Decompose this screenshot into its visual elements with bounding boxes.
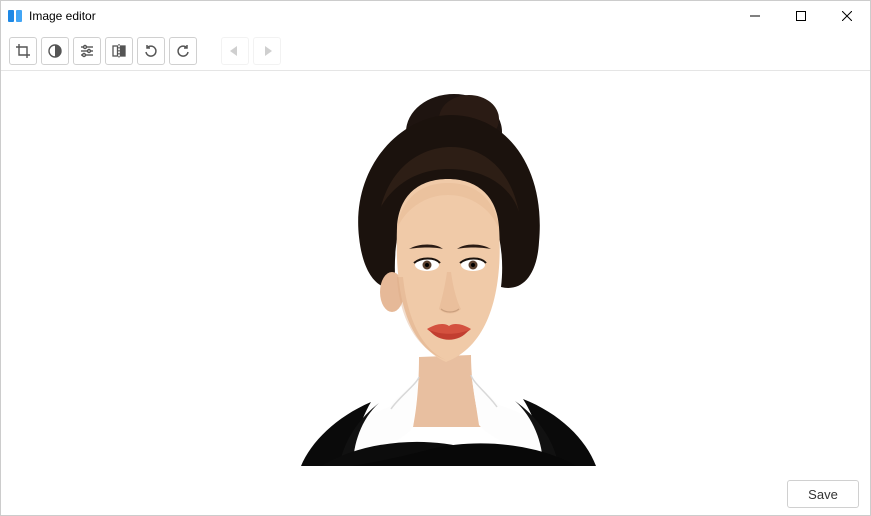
- image-canvas[interactable]: [241, 77, 630, 466]
- redo-button[interactable]: [253, 37, 281, 65]
- save-button-label: Save: [808, 487, 838, 502]
- save-button[interactable]: Save: [787, 480, 859, 508]
- maximize-button[interactable]: [778, 1, 824, 31]
- close-button[interactable]: [824, 1, 870, 31]
- toolbar: [1, 31, 870, 71]
- app-icon: [7, 8, 23, 24]
- titlebar: Image editor: [1, 1, 870, 31]
- rotate-right-button[interactable]: [169, 37, 197, 65]
- contrast-button[interactable]: [41, 37, 69, 65]
- crop-button[interactable]: [9, 37, 37, 65]
- window-title: Image editor: [29, 9, 96, 23]
- titlebar-left: Image editor: [7, 8, 96, 24]
- footer: Save: [787, 480, 859, 508]
- window-controls: [732, 1, 870, 31]
- flip-button[interactable]: [105, 37, 133, 65]
- minimize-button[interactable]: [732, 1, 778, 31]
- adjust-button[interactable]: [73, 37, 101, 65]
- rotate-left-button[interactable]: [137, 37, 165, 65]
- undo-button[interactable]: [221, 37, 249, 65]
- canvas-area: [1, 71, 870, 467]
- portrait-image: [241, 77, 630, 466]
